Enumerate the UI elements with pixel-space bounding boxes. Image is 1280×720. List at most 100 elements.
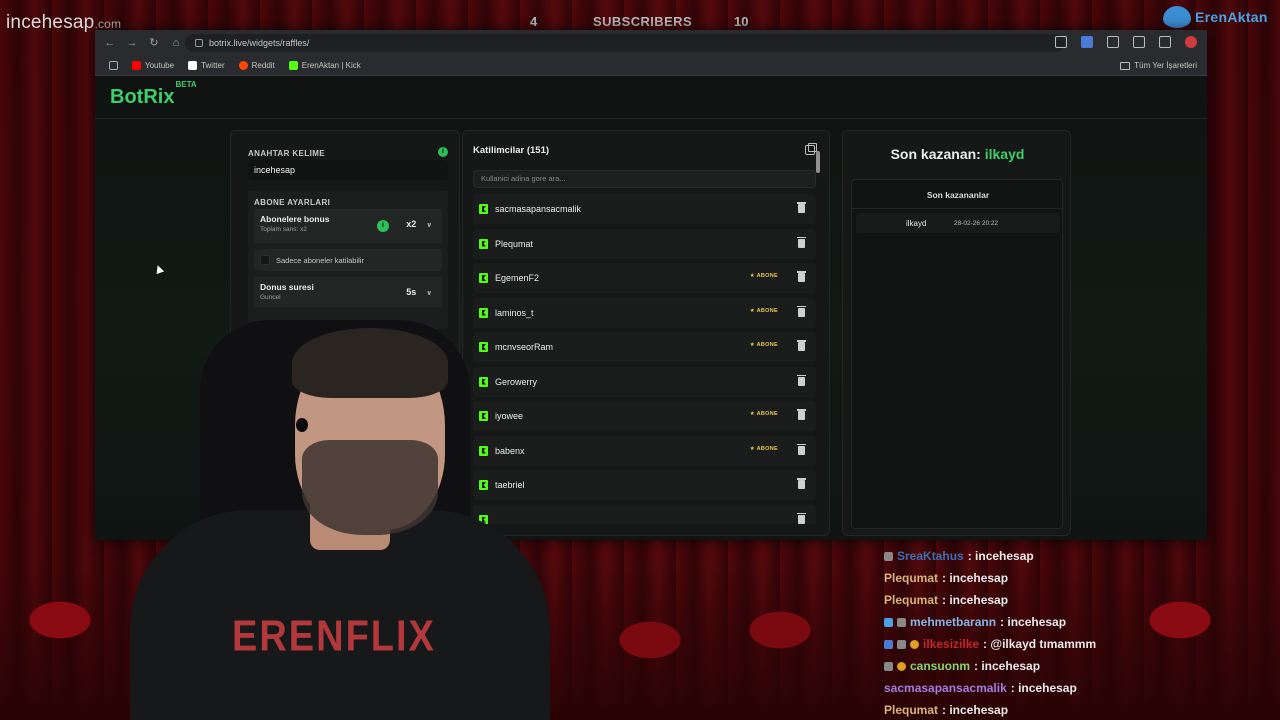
forward-icon[interactable]: → — [125, 36, 139, 50]
chat-text: : incehesap — [1010, 681, 1077, 695]
chat-user: mehmetbarann — [910, 615, 997, 629]
last-winner-heading: Son kazanan: ilkayd — [843, 146, 1072, 162]
participant-row[interactable]: sacmasapansacmalik — [473, 194, 816, 224]
url-bar: ← → ↻ ⌂ botrix.live/widgets/raffles/ — [95, 30, 1207, 56]
x-icon — [188, 61, 198, 70]
reload-icon[interactable]: ↻ — [147, 36, 161, 50]
recent-winners: Son kazananlar ilkayd 28-02-26 20:22 — [851, 179, 1064, 529]
participants-title: Katilimcilar (151) — [473, 145, 550, 156]
recent-divider — [852, 208, 1064, 209]
menu-icon[interactable] — [1159, 36, 1171, 48]
sub-badge: ★ ABONE — [749, 307, 778, 314]
folder-label: Tüm Yer İşaretleri — [1134, 61, 1197, 70]
home-icon[interactable]: ⌂ — [169, 36, 183, 50]
earbud — [296, 418, 308, 432]
back-icon[interactable]: ← — [103, 36, 117, 50]
duration-select[interactable]: 5s ∨ — [406, 287, 432, 297]
trash-icon[interactable] — [797, 409, 806, 420]
address-text: botrix.live/widgets/raffles/ — [209, 38, 310, 48]
botrix-logo[interactable]: BotRixBETA — [110, 80, 197, 109]
apps-icon[interactable] — [109, 61, 118, 70]
badge-icon — [897, 617, 906, 627]
bookmark-label: Reddit — [251, 61, 275, 70]
trash-icon[interactable] — [797, 305, 806, 317]
bookmark-label: Twitter — [201, 61, 225, 70]
bookmark-twitter[interactable]: Twitter — [188, 61, 225, 70]
winner-panel: Son kazanan: ilkayd Son kazananlar ilkay… — [842, 130, 1071, 536]
info-icon[interactable]: i — [377, 220, 389, 232]
copy-icon[interactable] — [805, 143, 817, 155]
participant-name: sacmasapansacmalik — [495, 204, 582, 214]
bookmark-label: Youtube — [145, 61, 175, 70]
kick-icon — [288, 61, 298, 70]
chevron-down-icon: ∨ — [426, 290, 432, 297]
participant-search-input[interactable]: Kullanici adina gore ara... — [473, 170, 816, 188]
kick-icon — [479, 204, 488, 214]
chat-user: Plequmat — [884, 593, 939, 607]
info-icon[interactable]: i — [438, 147, 448, 157]
participant-scrollbar[interactable] — [816, 151, 820, 173]
chat-text: : incehesap — [942, 593, 1009, 607]
twitter-bird-icon — [1163, 6, 1191, 28]
sub-bonus-select[interactable]: x2 ∨ — [406, 219, 432, 229]
profile-avatar[interactable] — [1185, 36, 1197, 48]
extension-icon[interactable] — [1081, 36, 1093, 48]
trash-icon[interactable] — [797, 478, 806, 489]
sub-only-checkbox[interactable] — [260, 255, 270, 265]
trash-icon[interactable] — [797, 512, 806, 524]
youtube-icon — [132, 61, 141, 70]
chat-user: Plequmat — [884, 571, 939, 585]
trash-icon[interactable] — [797, 443, 806, 455]
bookmark-youtube[interactable]: Youtube — [132, 61, 174, 70]
beta-badge: BETA — [175, 80, 197, 90]
participant-row[interactable]: EgemenF2 ★ ABONE — [473, 263, 816, 293]
chat-message: Plequmat: incehesap — [884, 589, 1184, 611]
chat-text: : incehesap — [974, 659, 1041, 673]
address-bar[interactable]: botrix.live/widgets/raffles/ — [185, 34, 1065, 52]
trash-icon[interactable] — [797, 236, 806, 248]
chat-message: ilkesizilke: @ilkayd tımammm — [884, 633, 1184, 655]
download-icon[interactable] — [1133, 36, 1145, 48]
sponsor-name: incehesap — [6, 12, 95, 33]
keyword-input[interactable]: incehesap — [248, 160, 448, 180]
chat-text: : incehesap — [942, 703, 1009, 717]
sub-only-row[interactable]: Sadece aboneler katilabilir — [254, 249, 442, 271]
sub-goal-label: SUBSCRIBERS — [593, 14, 693, 29]
chat-message: SreaKtahus: incehesap — [884, 545, 1184, 567]
sub-badge-icon — [897, 661, 906, 671]
bookmarks-folder[interactable]: Tüm Yer İşaretleri — [1120, 61, 1197, 70]
sub-badge-icon — [910, 639, 919, 649]
bookmark-kick[interactable]: ErenAktan | Kick — [288, 61, 361, 70]
trash-icon[interactable] — [797, 271, 806, 282]
trash-icon[interactable] — [797, 202, 806, 213]
puzzle-icon[interactable] — [1107, 36, 1119, 48]
chevron-down-icon: ∨ — [426, 222, 432, 229]
browser-toolbar-icons — [1055, 36, 1197, 48]
sponsor-suffix: .com — [94, 17, 122, 31]
recent-winner-name: ilkayd — [906, 219, 927, 228]
chat-message: mehmetbarann: incehesap — [884, 611, 1184, 633]
bookmark-reddit[interactable]: Reddit — [238, 61, 275, 70]
participant-row[interactable]: Plequmat — [473, 228, 816, 259]
chat-overlay: SreaKtahus: incehesap Plequmat: incehesa… — [884, 545, 1184, 720]
trash-icon[interactable] — [797, 374, 806, 386]
sub-goal-target: 10 — [734, 14, 749, 29]
chat-user: cansuonm — [910, 659, 971, 673]
trash-icon[interactable] — [797, 340, 806, 351]
recent-winner-date: 28-02-26 20:22 — [954, 220, 999, 227]
twitter-handle: ErenAktan — [1195, 9, 1268, 25]
chat-text: : @ilkayd tımammm — [983, 637, 1097, 651]
badge-icon — [897, 639, 906, 649]
webcam-streamer: ERENFLIX — [110, 300, 550, 720]
sub-badge: ★ ABONE — [749, 411, 778, 417]
chat-message: sacmasapansacmalik: incehesap — [884, 677, 1184, 699]
streamer-beard — [302, 440, 438, 535]
sub-badge: ★ ABONE — [749, 342, 778, 348]
chat-user: SreaKtahus — [897, 549, 964, 563]
chat-user: Plequmat — [884, 703, 939, 717]
reddit-icon — [238, 61, 248, 70]
star-icon[interactable] — [1055, 36, 1067, 48]
sub-badge: ★ ABONE — [749, 445, 778, 452]
logo-text: BotRix — [110, 86, 175, 108]
site-info-icon[interactable] — [195, 39, 203, 47]
